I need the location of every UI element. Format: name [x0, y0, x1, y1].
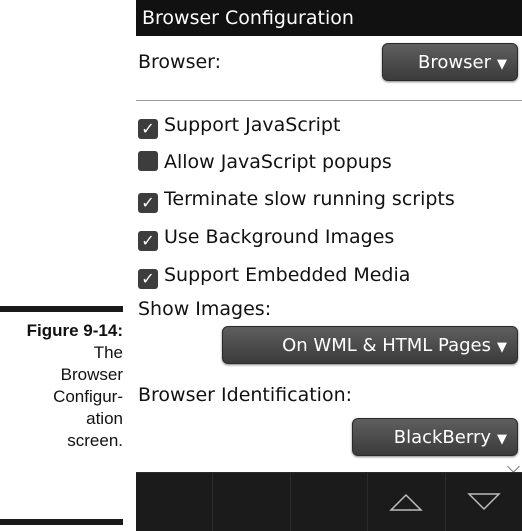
checkbox-label: Support Embedded Media	[164, 264, 411, 286]
figure-label: Figure 9-14:	[26, 321, 123, 340]
checkbox-terminate-slow-scripts[interactable]: ✓ Terminate slow running scripts	[138, 184, 455, 214]
checkbox-icon[interactable]	[138, 151, 158, 171]
checkbox-icon[interactable]: ✓	[138, 119, 158, 139]
nav-slot-empty	[136, 473, 214, 531]
checkbox-icon[interactable]: ✓	[138, 269, 158, 289]
checkbox-allow-javascript-popups[interactable]: Allow JavaScript popups	[138, 147, 392, 177]
caption-line-5: screen.	[67, 431, 123, 450]
phone-screen: Browser Configuration Browser: Browser ▼ …	[136, 0, 522, 531]
checkbox-label: Terminate slow running scripts	[164, 188, 455, 210]
checkbox-label: Use Background Images	[164, 226, 395, 248]
browser-identification-label: Browser Identification:	[138, 384, 353, 406]
show-images-label: Show Images:	[138, 298, 272, 320]
checkbox-support-embedded-media[interactable]: ✓ Support Embedded Media	[138, 260, 410, 290]
nav-slot-empty	[213, 473, 291, 531]
checkbox-icon[interactable]: ✓	[138, 231, 158, 251]
caption-line-2: Browser	[60, 365, 123, 384]
scroll-indicator-icon	[507, 460, 520, 473]
browser-dropdown[interactable]: Browser ▼	[382, 43, 518, 81]
triangle-down-icon	[467, 493, 501, 511]
checkbox-support-javascript[interactable]: ✓ Support JavaScript	[138, 110, 340, 140]
checkbox-use-background-images[interactable]: ✓ Use Background Images	[138, 222, 394, 252]
navigation-bar	[136, 472, 522, 531]
triangle-up-icon	[389, 493, 424, 511]
browser-identification-dropdown[interactable]: BlackBerry ▼	[352, 418, 518, 456]
dropdown-arrow-icon: ▼	[497, 432, 507, 447]
section-divider	[136, 100, 522, 101]
browser-identification-dropdown-value: BlackBerry	[393, 427, 491, 448]
nav-slot-empty	[291, 473, 369, 531]
figure-caption: Figure 9-14: The Browser Configur- ation…	[0, 320, 123, 452]
checkbox-label: Support JavaScript	[164, 114, 341, 136]
browser-dropdown-value: Browser	[418, 52, 491, 73]
caption-top-rule	[0, 306, 123, 312]
checkbox-label: Allow JavaScript popups	[164, 151, 392, 173]
caption-line-1: The	[93, 343, 123, 362]
dropdown-arrow-icon: ▼	[497, 57, 507, 72]
scroll-down-button[interactable]	[446, 473, 522, 531]
checkbox-icon[interactable]: ✓	[138, 193, 158, 213]
show-images-dropdown-value: On WML & HTML Pages	[282, 335, 491, 356]
show-images-dropdown[interactable]: On WML & HTML Pages ▼	[222, 326, 518, 364]
caption-line-4: ation	[86, 409, 123, 428]
dropdown-arrow-icon: ▼	[497, 340, 507, 355]
screen-title: Browser Configuration	[136, 0, 522, 36]
scroll-up-button[interactable]	[368, 473, 446, 531]
caption-bottom-rule	[0, 519, 123, 525]
browser-label: Browser:	[138, 51, 222, 73]
caption-line-3: Configur-	[53, 387, 123, 406]
